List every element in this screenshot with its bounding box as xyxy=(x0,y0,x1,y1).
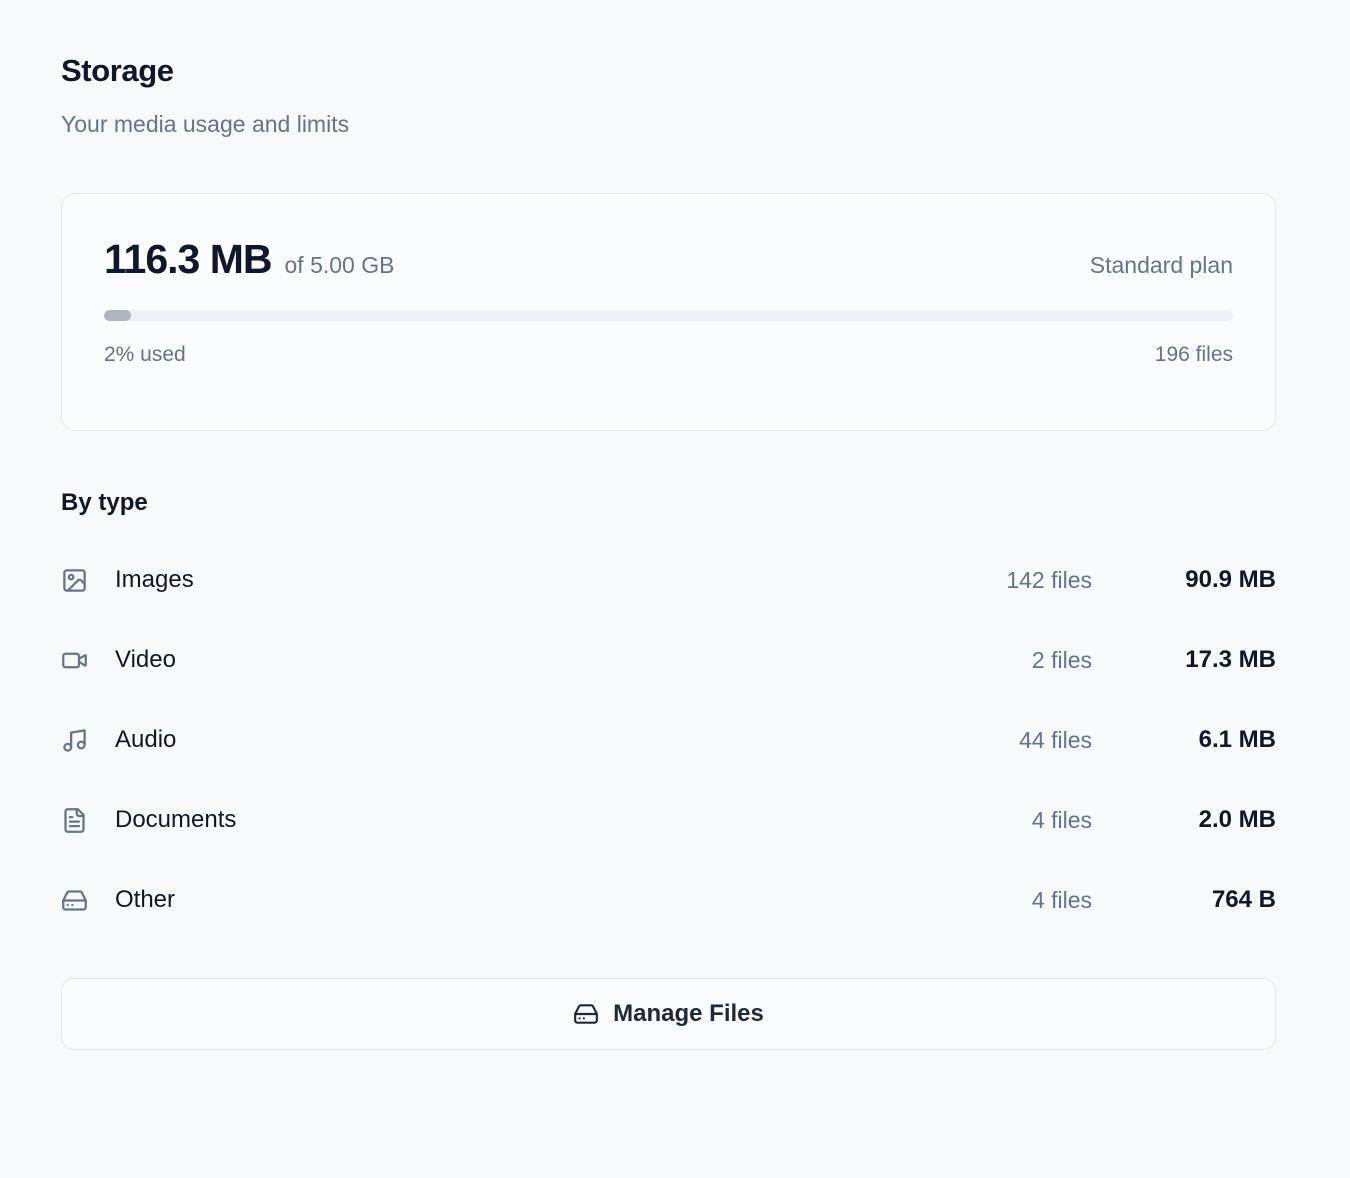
percent-used-label: 2% used xyxy=(104,343,186,367)
video-icon xyxy=(61,647,88,674)
storage-progress-fill xyxy=(104,310,131,321)
image-icon xyxy=(61,567,88,594)
plan-label: Standard plan xyxy=(1090,252,1233,279)
usage-header: 116.3 MB of 5.00 GB Standard plan xyxy=(104,194,1233,283)
storage-progress-bar xyxy=(104,310,1233,321)
type-file-count: 142 files xyxy=(1006,567,1092,594)
usage-footer: 2% used 196 files xyxy=(104,343,1233,367)
type-size: 2.0 MB xyxy=(1092,806,1276,834)
type-size: 764 B xyxy=(1092,886,1276,914)
type-file-count: 44 files xyxy=(1019,727,1092,754)
page-title: Storage xyxy=(61,0,1276,91)
used-amount: 116.3 MB xyxy=(104,236,272,283)
type-file-count: 2 files xyxy=(1032,647,1092,674)
page-subtitle: Your media usage and limits xyxy=(61,112,1276,137)
manage-files-label: Manage Files xyxy=(613,1000,764,1028)
type-row-images: Images 142 files90.9 MB xyxy=(61,540,1276,620)
by-type-heading: By type xyxy=(61,489,1276,517)
type-label: Video xyxy=(115,646,176,674)
type-label: Audio xyxy=(115,726,176,754)
type-size: 17.3 MB xyxy=(1092,646,1276,674)
music-icon xyxy=(61,727,88,754)
total-files-label: 196 files xyxy=(1155,343,1233,367)
total-capacity: of 5.00 GB xyxy=(285,252,395,279)
type-row-documents: Documents 4 files2.0 MB xyxy=(61,780,1276,860)
manage-files-button[interactable]: Manage Files xyxy=(61,978,1276,1050)
by-type-list: Images 142 files90.9 MB Video 2 files17.3 M… xyxy=(61,540,1276,940)
type-label: Other xyxy=(115,886,175,914)
usage-card: 116.3 MB of 5.00 GB Standard plan 2% use… xyxy=(61,193,1276,431)
type-row-other: Other 4 files764 B xyxy=(61,860,1276,940)
type-label: Images xyxy=(115,566,194,594)
type-row-video: Video 2 files17.3 MB xyxy=(61,620,1276,700)
type-row-audio: Audio 44 files6.1 MB xyxy=(61,700,1276,780)
type-label: Documents xyxy=(115,806,236,834)
hard-drive-icon xyxy=(61,887,88,914)
storage-panel: Storage Your media usage and limits 116.… xyxy=(61,0,1276,1050)
type-size: 90.9 MB xyxy=(1092,566,1276,594)
type-size: 6.1 MB xyxy=(1092,726,1276,754)
type-file-count: 4 files xyxy=(1032,807,1092,834)
type-file-count: 4 files xyxy=(1032,887,1092,914)
file-text-icon xyxy=(61,807,88,834)
hard-drive-icon xyxy=(573,1001,599,1027)
usage-amounts: 116.3 MB of 5.00 GB xyxy=(104,236,394,283)
